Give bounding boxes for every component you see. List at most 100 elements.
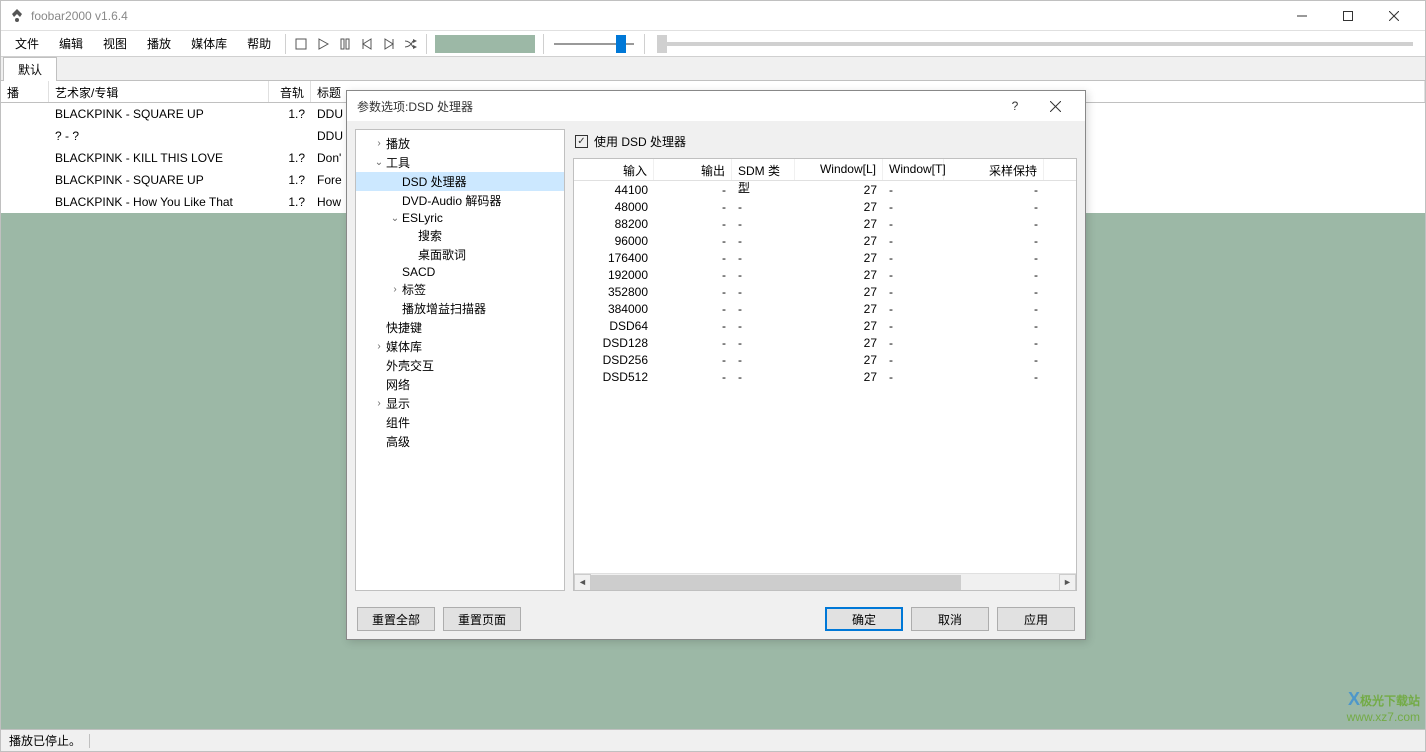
expand-icon[interactable]: › — [372, 138, 386, 149]
table-row[interactable]: 48000--27-- — [574, 198, 1076, 215]
expand-icon[interactable]: › — [388, 284, 402, 295]
cell-winl: 27 — [795, 284, 883, 300]
cell-winl: 27 — [795, 267, 883, 283]
volume-slider[interactable] — [554, 35, 634, 53]
prev-button[interactable] — [356, 33, 378, 55]
help-button[interactable]: ? — [995, 91, 1035, 121]
tree-item[interactable]: DSD 处理器 — [356, 172, 564, 191]
tree-item[interactable]: ⌄ESLyric — [356, 210, 564, 226]
expand-icon[interactable]: ⌄ — [372, 157, 386, 168]
expand-icon[interactable]: › — [372, 341, 386, 352]
cell-track: 1.? — [269, 149, 311, 167]
order-indicator[interactable] — [435, 35, 535, 53]
cell-output: - — [654, 318, 732, 334]
th-output[interactable]: 输出 — [654, 159, 732, 180]
preferences-tree[interactable]: ›播放⌄工具DSD 处理器DVD-Audio 解码器⌄ESLyric搜索桌面歌词… — [355, 129, 565, 591]
scroll-thumb[interactable] — [591, 575, 961, 590]
menu-play[interactable]: 播放 — [137, 31, 181, 56]
th-winl[interactable]: Window[L] — [795, 159, 883, 180]
watermark-url: www.xz7.com — [1347, 710, 1420, 724]
play-button[interactable] — [312, 33, 334, 55]
th-wint[interactable]: Window[T] — [883, 159, 944, 180]
titlebar: foobar2000 v1.6.4 — [1, 1, 1425, 31]
table-row[interactable]: DSD256--27-- — [574, 351, 1076, 368]
reset-page-button[interactable]: 重置页面 — [443, 607, 521, 631]
horizontal-scrollbar[interactable]: ◄ ► — [574, 573, 1076, 590]
tree-label: 播放增益扫描器 — [402, 300, 486, 317]
table-body[interactable]: 44100--27--48000--27--88200--27--96000--… — [574, 181, 1076, 573]
tree-item[interactable]: 播放增益扫描器 — [356, 299, 564, 318]
tree-item[interactable]: ›播放 — [356, 134, 564, 153]
th-sdm[interactable]: SDM 类型 — [732, 159, 795, 180]
column-artist[interactable]: 艺术家/专辑 — [49, 81, 269, 102]
menu-edit[interactable]: 编辑 — [49, 31, 93, 56]
close-icon[interactable] — [1035, 91, 1075, 121]
table-row[interactable]: 88200--27-- — [574, 215, 1076, 232]
expand-icon[interactable]: › — [372, 398, 386, 409]
tree-item[interactable]: 高级 — [356, 432, 564, 451]
dialog-titlebar[interactable]: 参数选项:DSD 处理器 ? — [347, 91, 1085, 121]
table-row[interactable]: DSD512--27-- — [574, 368, 1076, 385]
tree-item[interactable]: ›媒体库 — [356, 337, 564, 356]
tree-item[interactable]: ›标签 — [356, 280, 564, 299]
scroll-track[interactable] — [591, 574, 1059, 591]
next-button[interactable] — [378, 33, 400, 55]
statusbar: 播放已停止。 — [1, 729, 1425, 751]
table-row[interactable]: DSD128--27-- — [574, 334, 1076, 351]
column-playing[interactable]: 播放… — [1, 81, 49, 102]
cell-sdm: - — [732, 352, 795, 368]
tab-default[interactable]: 默认 — [3, 57, 57, 81]
table-row[interactable]: 352800--27-- — [574, 283, 1076, 300]
minimize-button[interactable] — [1279, 1, 1325, 31]
menu-library[interactable]: 媒体库 — [181, 31, 237, 56]
menu-file[interactable]: 文件 — [5, 31, 49, 56]
separator — [89, 734, 90, 748]
th-resample[interactable]: 采样保持 — [944, 159, 1044, 180]
tree-item[interactable]: 外壳交互 — [356, 356, 564, 375]
table-row[interactable]: 96000--27-- — [574, 232, 1076, 249]
table-row[interactable]: DSD64--27-- — [574, 317, 1076, 334]
tree-item[interactable]: ›显示 — [356, 394, 564, 413]
cell-artist: BLACKPINK - How You Like That — [49, 193, 269, 211]
cancel-button[interactable]: 取消 — [911, 607, 989, 631]
menu-view[interactable]: 视图 — [93, 31, 137, 56]
random-button[interactable] — [400, 33, 422, 55]
tree-item[interactable]: ⌄工具 — [356, 153, 564, 172]
cell-sdm: - — [732, 216, 795, 232]
maximize-button[interactable] — [1325, 1, 1371, 31]
table-row[interactable]: 384000--27-- — [574, 300, 1076, 317]
reset-all-button[interactable]: 重置全部 — [357, 607, 435, 631]
tree-item[interactable]: 快捷键 — [356, 318, 564, 337]
ok-button[interactable]: 确定 — [825, 607, 903, 631]
cell-sdm: - — [732, 233, 795, 249]
th-input[interactable]: 输入 — [574, 159, 654, 180]
close-button[interactable] — [1371, 1, 1417, 31]
tree-label: 标签 — [402, 281, 426, 298]
column-track[interactable]: 音轨号 — [269, 81, 311, 102]
use-dsd-checkbox[interactable]: ✓ — [575, 135, 588, 148]
seek-slider[interactable] — [657, 35, 1413, 53]
menubar: 文件 编辑 视图 播放 媒体库 帮助 — [1, 31, 1425, 57]
cell-winl: 27 — [795, 318, 883, 334]
tree-item[interactable]: 桌面歌词 — [356, 245, 564, 264]
tree-item[interactable]: SACD — [356, 264, 564, 280]
table-row[interactable]: 192000--27-- — [574, 266, 1076, 283]
scroll-right-icon[interactable]: ► — [1059, 574, 1076, 591]
stop-button[interactable] — [290, 33, 312, 55]
pause-button[interactable] — [334, 33, 356, 55]
cell-resample: - — [944, 233, 1044, 249]
table-row[interactable]: 176400--27-- — [574, 249, 1076, 266]
tree-item[interactable]: DVD-Audio 解码器 — [356, 191, 564, 210]
cell-winl: 27 — [795, 335, 883, 351]
cell-sdm: - — [732, 335, 795, 351]
table-row[interactable]: 44100--27-- — [574, 181, 1076, 198]
cell-output: - — [654, 284, 732, 300]
menu-help[interactable]: 帮助 — [237, 31, 281, 56]
expand-icon[interactable]: ⌄ — [388, 213, 402, 224]
tree-item[interactable]: 网络 — [356, 375, 564, 394]
window-title: foobar2000 v1.6.4 — [31, 9, 1279, 23]
tree-item[interactable]: 组件 — [356, 413, 564, 432]
apply-button[interactable]: 应用 — [997, 607, 1075, 631]
scroll-left-icon[interactable]: ◄ — [574, 574, 591, 591]
tree-item[interactable]: 搜索 — [356, 226, 564, 245]
